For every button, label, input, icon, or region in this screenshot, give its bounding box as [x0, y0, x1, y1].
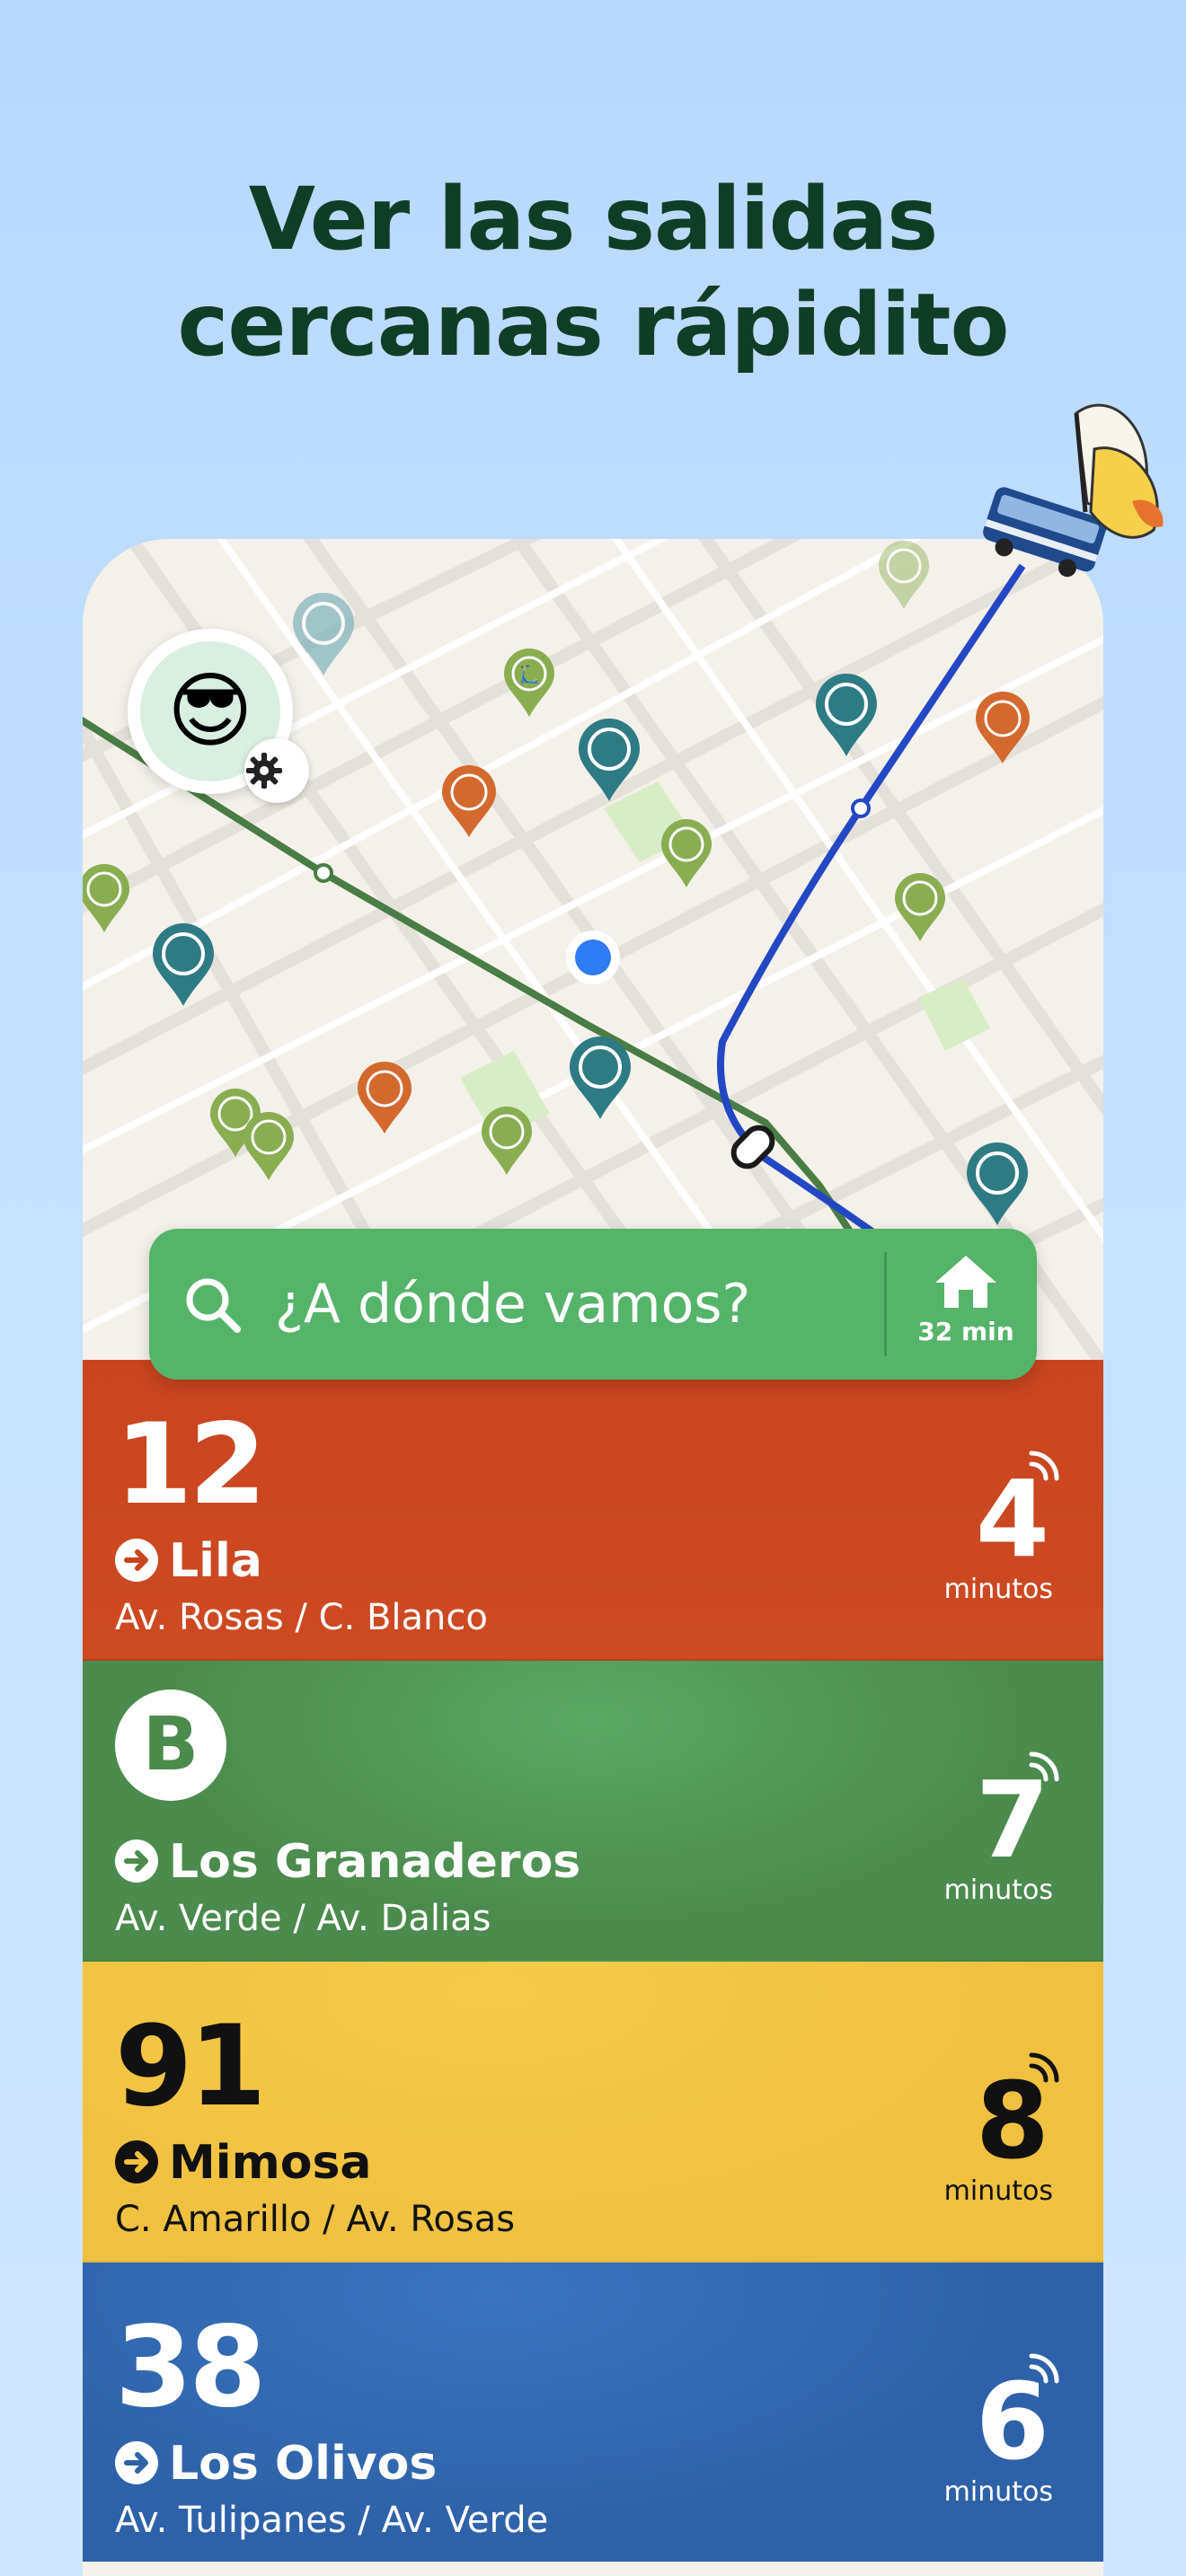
destination-label: Lila: [169, 1534, 262, 1588]
arrow-right-icon: [115, 1539, 158, 1582]
departure-row[interactable]: 38 Los Olivos Av. Tulipanes / Av. Verde …: [83, 2263, 1103, 2562]
headline: Ver las salidas cercanas rápidito: [0, 166, 1186, 378]
stop-label: Av. Verde / Av. Dalias: [115, 1898, 491, 1939]
home-travel-time: 32 min: [917, 1317, 1014, 1346]
headline-line2: cercanas rápidito: [177, 275, 1010, 375]
home-icon: [935, 1256, 996, 1308]
destination: Los Granaderos: [115, 1837, 580, 1887]
departure-row[interactable]: 91 Mimosa C. Amarillo / Av. Rosas 8 minu…: [83, 1962, 1103, 2263]
headline-line1: Ver las salidas: [248, 169, 939, 269]
departure-row[interactable]: B Los Granaderos Av. Verde / Av. Dalias …: [83, 1661, 1103, 1962]
destination: Lila: [115, 1536, 262, 1586]
eta-unit: minutos: [943, 2175, 1053, 2207]
route-number: 12: [115, 1400, 267, 1530]
butterfly-bus-illustration: [978, 395, 1175, 593]
arrow-right-icon: [115, 1839, 158, 1883]
destination: Los Olivos: [115, 2439, 437, 2489]
search-divider: [884, 1252, 887, 1356]
destination-label: Mimosa: [169, 2136, 372, 2190]
eta-unit: minutos: [943, 1875, 1053, 1906]
eta-unit: minutos: [943, 2476, 1053, 2508]
search-input[interactable]: ¿A dónde vamos?: [275, 1229, 750, 1380]
departures-list: 12 Lila Av. Rosas / C. Blanco 4 minutos …: [83, 1360, 1103, 2562]
settings-button[interactable]: [244, 738, 309, 803]
eta-value: 7: [975, 1758, 1049, 1882]
eta-unit: minutos: [943, 1574, 1053, 1605]
route-number: 91: [115, 2002, 267, 2131]
eta-value: 4: [975, 1457, 1049, 1581]
stop-label: C. Amarillo / Av. Rosas: [115, 2199, 516, 2240]
eta-value: 6: [975, 2360, 1049, 2483]
route-number: 38: [115, 2303, 267, 2432]
destination: Mimosa: [115, 2138, 372, 2188]
stop-label: Av. Rosas / C. Blanco: [115, 1597, 488, 1638]
route-badge: B: [115, 1689, 226, 1801]
departure-row[interactable]: 12 Lila Av. Rosas / C. Blanco 4 minutos: [83, 1360, 1103, 1661]
search-bar[interactable]: ¿A dónde vamos? 32 min: [149, 1229, 1037, 1380]
search-icon: [186, 1278, 241, 1333]
arrow-right-icon: [115, 2140, 158, 2183]
stop-label: Av. Tulipanes / Av. Verde: [115, 2500, 549, 2541]
svg-text:🛴: 🛴: [518, 664, 541, 685]
destination-label: Los Olivos: [169, 2437, 438, 2491]
home-button[interactable]: 32 min: [895, 1229, 1037, 1380]
arrow-right-icon: [115, 2441, 158, 2484]
destination-label: Los Granaderos: [169, 1835, 581, 1889]
eta-value: 8: [975, 2059, 1049, 2183]
gear-icon: [246, 753, 282, 789]
